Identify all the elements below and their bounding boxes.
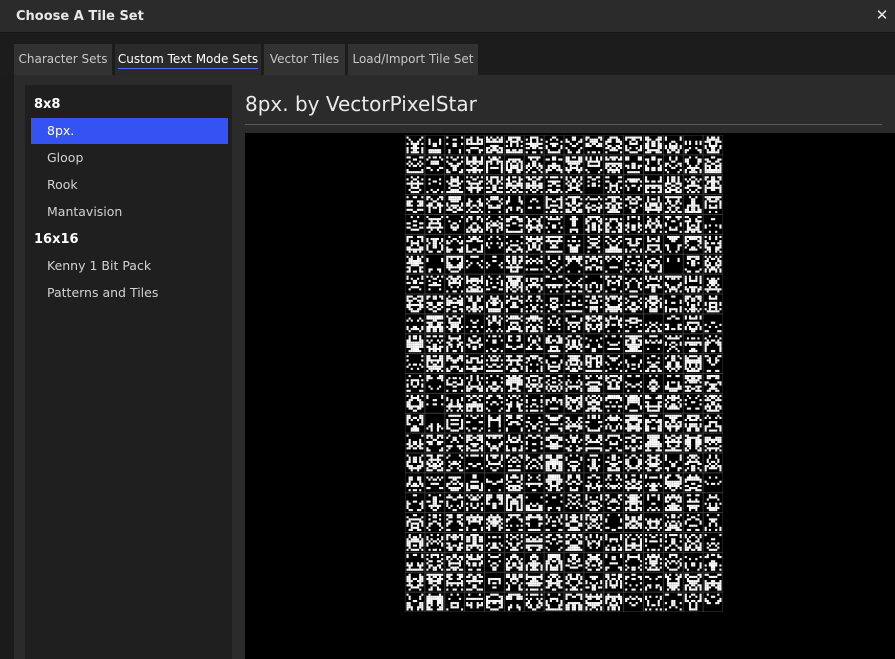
list-item-patterns-and-tiles[interactable]: Patterns and Tiles	[31, 280, 228, 306]
group-heading-8x8: 8x8	[34, 97, 61, 112]
tab-bar: Character Sets Custom Text Mode Sets Vec…	[0, 33, 895, 75]
list-item-mantavision[interactable]: Mantavision	[31, 199, 228, 225]
tab-load-import-tile-set[interactable]: Load/Import Tile Set	[348, 44, 478, 75]
title-bar: Choose A Tile Set ✕	[0, 0, 895, 33]
tab-content: 8x8 8px. Gloop Rook Mantavision 16x16 Ke…	[14, 75, 895, 659]
divider	[245, 124, 882, 125]
close-icon[interactable]: ✕	[875, 7, 889, 23]
list-item-gloop[interactable]: Gloop	[31, 145, 228, 171]
tab-vector-tiles[interactable]: Vector Tiles	[264, 44, 345, 75]
tileset-preview-area	[245, 133, 895, 659]
group-heading-16x16: 16x16	[34, 232, 79, 247]
list-item-rook[interactable]: Rook	[31, 172, 228, 198]
list-item-8px[interactable]: 8px.	[31, 118, 228, 144]
window-title: Choose A Tile Set	[16, 9, 144, 24]
list-item-kenny-1-bit-pack[interactable]: Kenny 1 Bit Pack	[31, 253, 228, 279]
tab-custom-text-mode-sets[interactable]: Custom Text Mode Sets	[115, 44, 261, 75]
tab-character-sets[interactable]: Character Sets	[14, 44, 112, 75]
tileset-title: 8px. by VectorPixelStar	[245, 92, 477, 116]
tileset-preview-image	[405, 135, 723, 612]
tileset-list: 8x8 8px. Gloop Rook Mantavision 16x16 Ke…	[25, 85, 232, 659]
